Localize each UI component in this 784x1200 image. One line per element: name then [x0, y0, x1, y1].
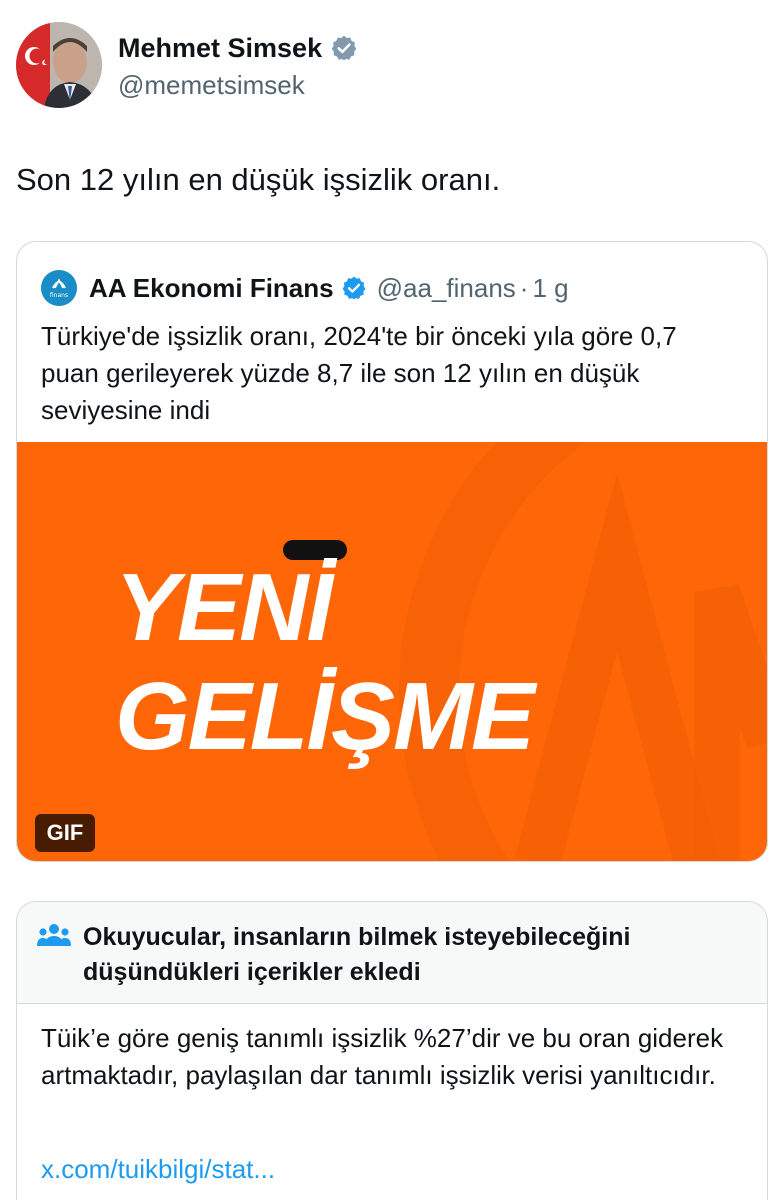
author-name[interactable]: Mehmet Simsek: [118, 33, 322, 64]
author-name-row[interactable]: Mehmet Simsek: [118, 32, 358, 64]
quoted-tweet[interactable]: finans AA Ekonomi Finans @aa_finans · 1 …: [16, 241, 768, 862]
quoted-author-handle[interactable]: @aa_finans: [377, 273, 516, 304]
media-headline-line2: GELİŞME: [115, 663, 535, 770]
tweet-header: Mehmet Simsek @memetsimsek: [16, 22, 776, 112]
verified-badge-icon: [341, 275, 367, 301]
community-note-header: Okuyucular, insanların bilmek isteyebile…: [17, 902, 767, 1004]
quoted-avatar[interactable]: finans: [41, 270, 77, 306]
community-note-title: Okuyucular, insanların bilmek isteyebile…: [83, 923, 631, 986]
media-headline-line1: YENİ: [115, 554, 333, 661]
quoted-media-gif[interactable]: YENİ GELİŞME GIF: [17, 442, 767, 861]
quoted-tweet-text: Türkiye'de işsizlik oranı, 2024'te bir ö…: [41, 321, 677, 425]
quoted-timestamp[interactable]: 1 g: [532, 273, 568, 304]
community-note-body: Tüik’e göre geniş tanımlı işsizlik %27’d…: [41, 1023, 724, 1090]
tweet-text: Son 12 yılın en düşük işsizlik oranı.: [16, 162, 501, 197]
quoted-avatar-label: finans: [50, 292, 68, 299]
separator-dot: ·: [519, 272, 529, 303]
verified-badge-icon: [330, 34, 358, 62]
people-icon: [37, 922, 71, 950]
quoted-tweet-header: finans AA Ekonomi Finans @aa_finans · 1 …: [41, 270, 569, 306]
community-note: Okuyucular, insanların bilmek isteyebile…: [16, 901, 768, 1200]
quoted-author-name[interactable]: AA Ekonomi Finans: [89, 273, 334, 304]
avatar[interactable]: [16, 22, 102, 108]
community-note-link[interactable]: x.com/tuikbilgi/stat...: [41, 1154, 275, 1185]
gif-badge: GIF: [35, 814, 95, 852]
author-handle[interactable]: @memetsimsek: [118, 70, 305, 101]
